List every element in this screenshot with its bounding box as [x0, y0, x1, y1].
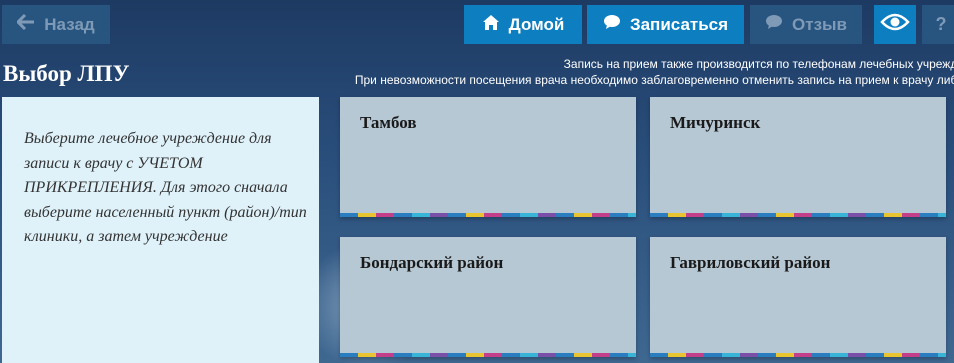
back-button[interactable]: Назад: [2, 5, 110, 44]
eye-icon: [880, 12, 910, 37]
home-button-label: Домой: [508, 14, 565, 34]
help-button[interactable]: ?: [922, 5, 954, 44]
chat-bubble-icon: [765, 14, 783, 35]
accessibility-toggle-button[interactable]: [874, 5, 916, 44]
location-card-michurinsk[interactable]: Мичуринск: [650, 97, 946, 217]
review-button[interactable]: Отзыв: [750, 5, 862, 44]
color-stripe: [650, 213, 946, 217]
arrow-left-icon: [16, 13, 35, 35]
location-card-title: Тамбов: [360, 113, 417, 132]
location-card-gavrilovsky[interactable]: Гавриловский район: [650, 237, 946, 357]
home-button[interactable]: Домой: [464, 5, 582, 44]
back-button-label: Назад: [44, 14, 95, 34]
location-card-title: Мичуринск: [670, 113, 761, 132]
color-stripe: [340, 353, 636, 357]
book-appointment-button[interactable]: Записаться: [587, 5, 744, 44]
page-title: Выбор ЛПУ: [3, 61, 130, 86]
location-card-bondarsky[interactable]: Бондарский район: [340, 237, 636, 357]
help-button-label: ?: [935, 14, 947, 34]
location-card-title: Гавриловский район: [670, 253, 831, 272]
phone-booking-notice: Запись на прием также производится по те…: [563, 57, 954, 71]
review-button-label: Отзыв: [792, 14, 847, 34]
instructions-panel: Выберите лечебное учреждение для записи …: [2, 97, 319, 363]
home-icon: [482, 14, 500, 36]
location-card-tambov[interactable]: Тамбов: [340, 97, 636, 217]
color-stripe: [650, 353, 946, 357]
instructions-text: Выберите лечебное учреждение для записи …: [24, 130, 307, 245]
book-appointment-label: Записаться: [629, 14, 729, 34]
location-card-title: Бондарский район: [360, 253, 504, 272]
color-stripe: [340, 213, 636, 217]
chat-bubble-icon: [603, 14, 621, 35]
cancellation-notice: При невозможности посещения врача необхо…: [354, 73, 954, 87]
